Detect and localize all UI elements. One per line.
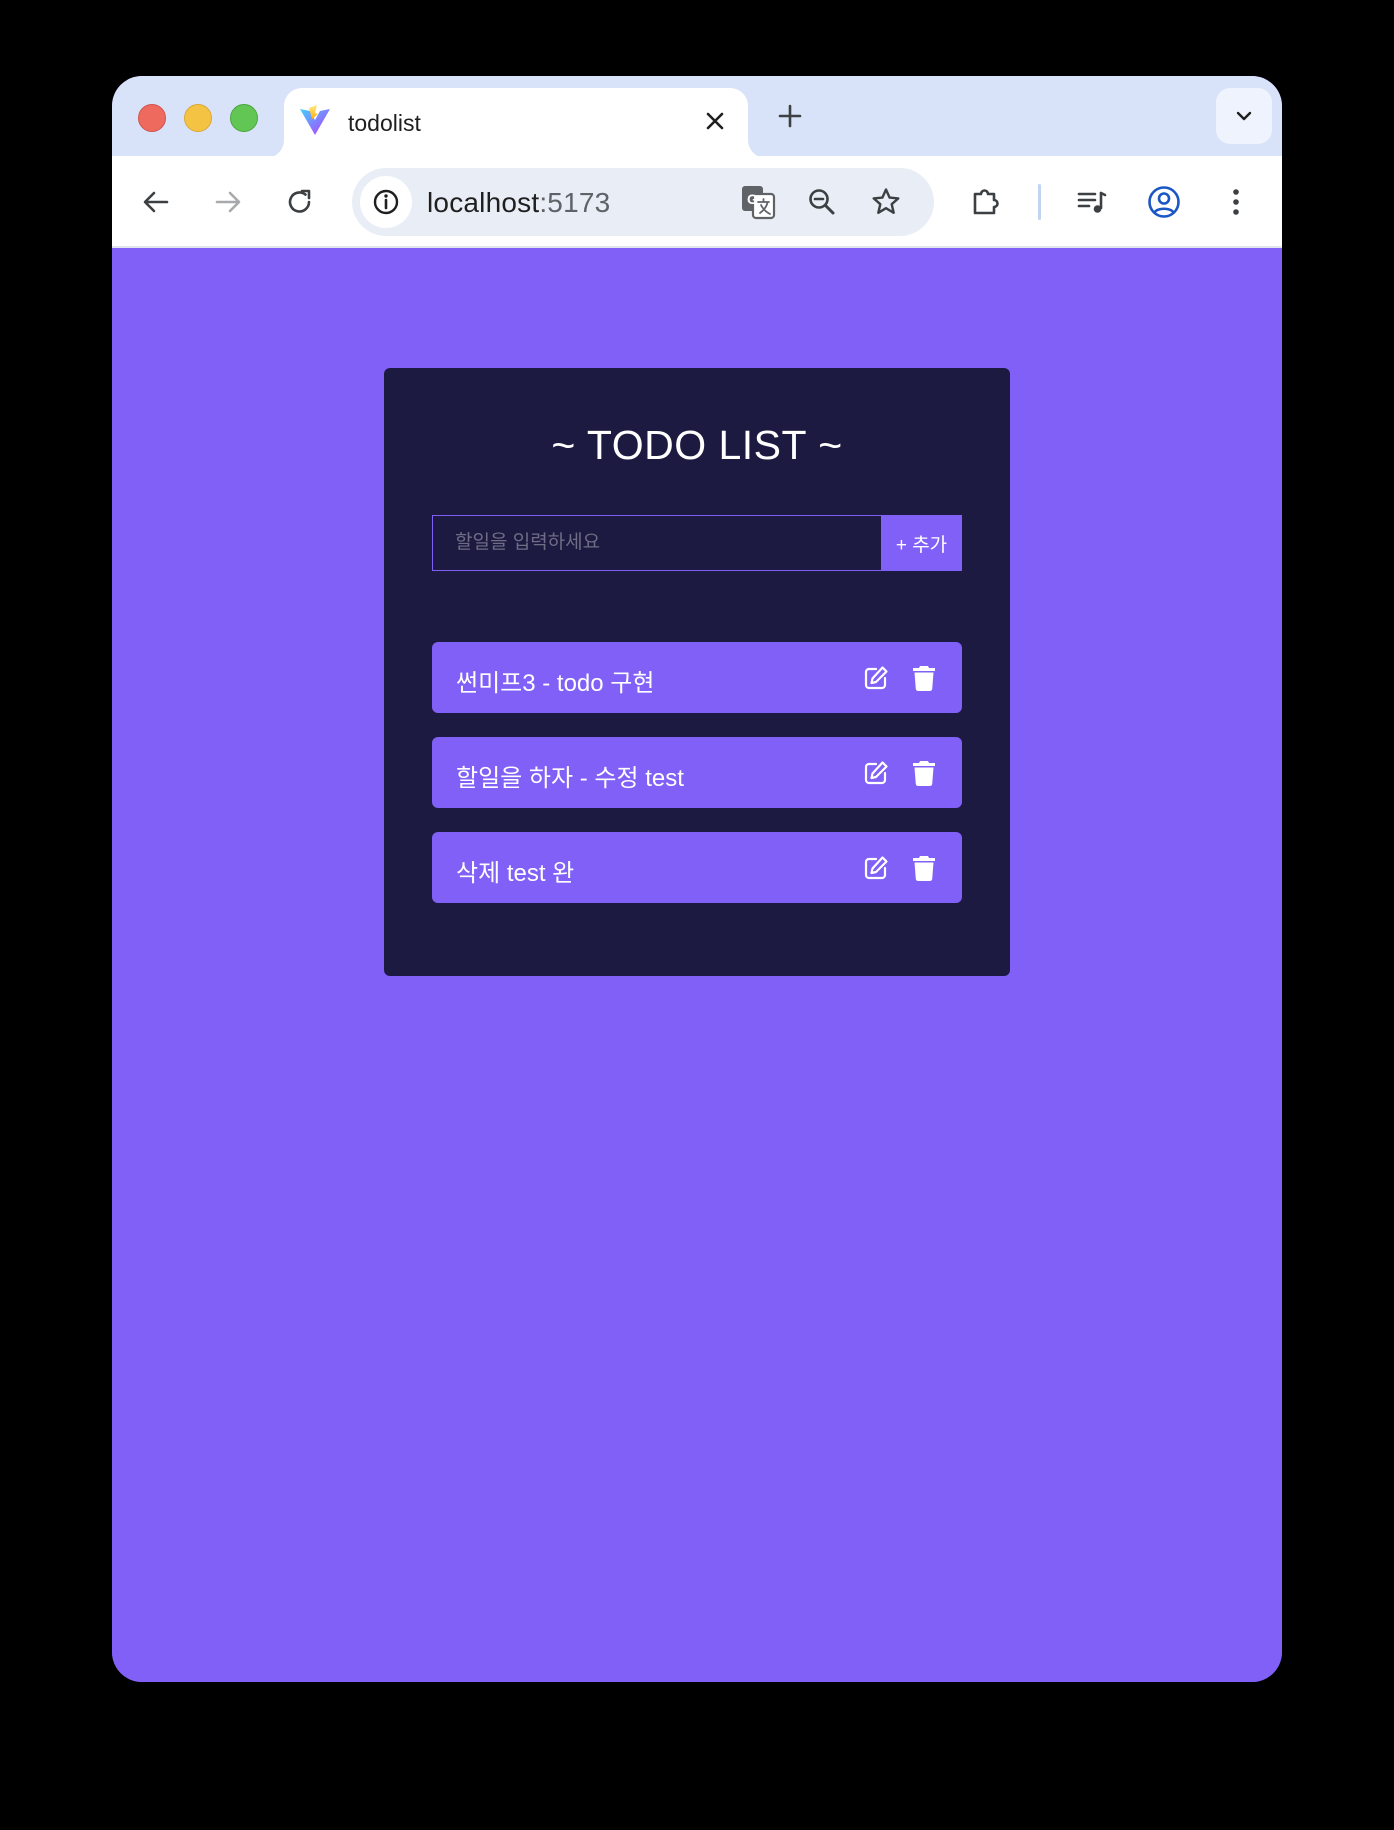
- todo-input[interactable]: [432, 515, 882, 571]
- extensions-puzzle-icon[interactable]: [962, 178, 1010, 226]
- vite-logo-icon: [298, 104, 332, 138]
- tab-title: todolist: [348, 110, 421, 136]
- media-controls-icon[interactable]: [1068, 178, 1116, 226]
- toolbar-divider: [1038, 184, 1041, 220]
- todo-text: 삭제 test 완: [456, 860, 575, 887]
- address-bar[interactable]: localhost:5173 G: [352, 168, 934, 236]
- edit-icon[interactable]: [860, 662, 892, 694]
- add-todo-button[interactable]: + 추가: [881, 515, 962, 571]
- todo-text: 썬미프3 - todo 구현: [456, 670, 655, 697]
- edit-icon[interactable]: [860, 757, 892, 789]
- todo-text: 할일을 하자 - 수정 test: [456, 765, 684, 792]
- todo-card: ~ TODO LIST ~ + 추가 썬미프3 - todo 구현: [384, 368, 1010, 976]
- browser-window: todolist localhost:5173 G ~ TODO LIST ~ …: [112, 76, 1282, 1682]
- trash-icon[interactable]: [908, 662, 940, 694]
- zoom-out-icon[interactable]: [800, 180, 844, 224]
- todo-item: 할일을 하자 - 수정 test: [432, 737, 962, 808]
- url-text: localhost:5173: [427, 187, 610, 219]
- page-title: ~ TODO LIST ~: [551, 422, 843, 468]
- profile-avatar-icon[interactable]: [1140, 178, 1188, 226]
- svg-text:G: G: [747, 191, 758, 207]
- url-host: localhost: [427, 187, 540, 218]
- translate-icon[interactable]: G: [736, 180, 780, 224]
- edit-icon[interactable]: [860, 852, 892, 884]
- reload-icon[interactable]: [276, 178, 324, 226]
- active-tab[interactable]: todolist: [284, 88, 748, 158]
- bookmark-star-icon[interactable]: [864, 180, 908, 224]
- back-arrow-icon[interactable]: [132, 178, 180, 226]
- new-tab-icon[interactable]: [772, 98, 808, 134]
- forward-arrow-icon[interactable]: [204, 178, 252, 226]
- minimize-window-button[interactable]: [184, 104, 212, 132]
- trash-icon[interactable]: [908, 757, 940, 789]
- close-tab-icon[interactable]: [700, 106, 730, 136]
- close-window-button[interactable]: [138, 104, 166, 132]
- browser-toolbar: localhost:5173 G: [112, 156, 1282, 248]
- todo-item: 썬미프3 - todo 구현: [432, 642, 962, 713]
- tab-strip: todolist: [112, 76, 1282, 158]
- url-port: :5173: [539, 187, 611, 218]
- more-menu-kebab-icon[interactable]: [1212, 178, 1260, 226]
- site-info-icon[interactable]: [360, 176, 412, 228]
- maximize-window-button[interactable]: [230, 104, 258, 132]
- todo-item: 삭제 test 완: [432, 832, 962, 903]
- trash-icon[interactable]: [908, 852, 940, 884]
- page-viewport: ~ TODO LIST ~ + 추가 썬미프3 - todo 구현: [112, 248, 1282, 1682]
- tab-search-chevron-down-icon[interactable]: [1216, 88, 1272, 144]
